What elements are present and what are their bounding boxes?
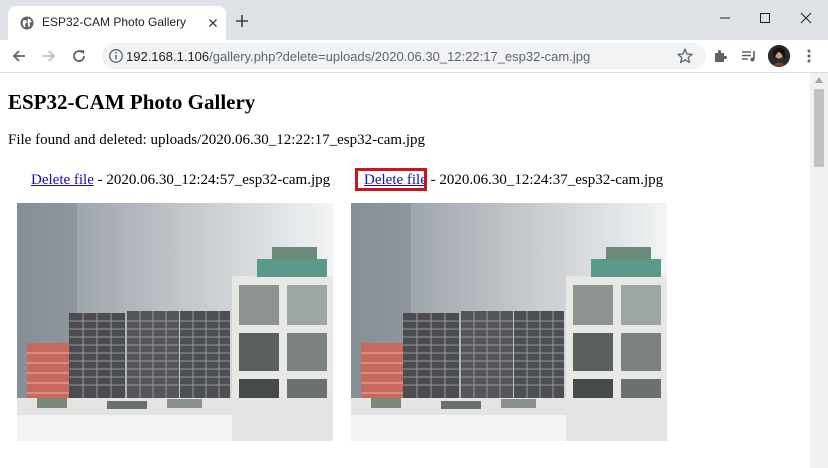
highlight-box <box>355 168 427 191</box>
close-window-button[interactable] <box>786 6 826 30</box>
arrow-right-icon <box>43 50 56 62</box>
close-icon <box>800 12 812 24</box>
maximize-button[interactable] <box>745 6 785 30</box>
scrollbar-thumb[interactable] <box>814 89 824 167</box>
browser-tab[interactable]: ESP32-CAM Photo Gallery <box>8 6 226 40</box>
status-message: File found and deleted: uploads/2020.06.… <box>8 132 426 148</box>
url-text[interactable]: 192.168.1.106/gallery.php?delete=uploads… <box>126 49 590 64</box>
back-button[interactable] <box>10 47 28 65</box>
minimize-button[interactable] <box>705 6 745 30</box>
browser-titlebar: ESP32-CAM Photo Gallery <box>0 0 828 40</box>
info-icon[interactable] <box>108 48 124 64</box>
close-tab-icon[interactable] <box>205 15 221 31</box>
vertical-scrollbar[interactable] <box>810 73 828 468</box>
caption-separator: - <box>93 172 107 188</box>
bookmark-star-icon[interactable] <box>676 47 694 65</box>
delete-file-link[interactable]: Delete file <box>31 172 94 188</box>
page-title: ESP32-CAM Photo Gallery <box>8 90 256 114</box>
filename-label: 2020.06.30_12:24:37_esp32-cam.jpg <box>439 172 664 188</box>
browser-toolbar: 192.168.1.106/gallery.php?delete=uploads… <box>0 40 828 73</box>
browser-menu-button[interactable] <box>800 47 818 65</box>
maximize-icon <box>760 13 770 23</box>
minimize-icon <box>720 17 730 19</box>
url-path: /gallery.php?delete=uploads/2020.06.30_1… <box>209 49 591 64</box>
globe-icon <box>20 16 34 30</box>
filename-label: 2020.06.30_12:24:57_esp32-cam.jpg <box>106 172 331 188</box>
profile-avatar[interactable] <box>768 45 790 67</box>
media-control-button[interactable] <box>740 47 758 65</box>
gallery-photo[interactable] <box>351 203 667 441</box>
gallery-item-caption: Delete file - 2020.06.30_12:24:57_esp32-… <box>31 172 330 189</box>
profile-picture <box>768 45 790 67</box>
forward-button[interactable] <box>40 47 58 65</box>
kebab-menu-icon <box>807 49 811 63</box>
caption-separator: - <box>426 172 440 188</box>
url-host: 192.168.1.106 <box>126 49 210 64</box>
queue-music-icon <box>742 51 755 62</box>
tab-title: ESP32-CAM Photo Gallery <box>42 15 187 29</box>
gallery-photo[interactable] <box>17 203 333 441</box>
address-bar[interactable]: 192.168.1.106/gallery.php?delete=uploads… <box>102 43 706 69</box>
reload-icon <box>73 50 85 62</box>
arrow-left-icon <box>12 50 25 62</box>
new-tab-icon[interactable] <box>234 13 250 29</box>
reload-button[interactable] <box>70 47 88 65</box>
extensions-button[interactable] <box>711 47 729 65</box>
page-viewport: ESP32-CAM Photo Gallery File found and d… <box>0 73 810 468</box>
puzzle-icon <box>715 50 727 62</box>
scroll-up-arrow-icon[interactable] <box>815 77 823 83</box>
